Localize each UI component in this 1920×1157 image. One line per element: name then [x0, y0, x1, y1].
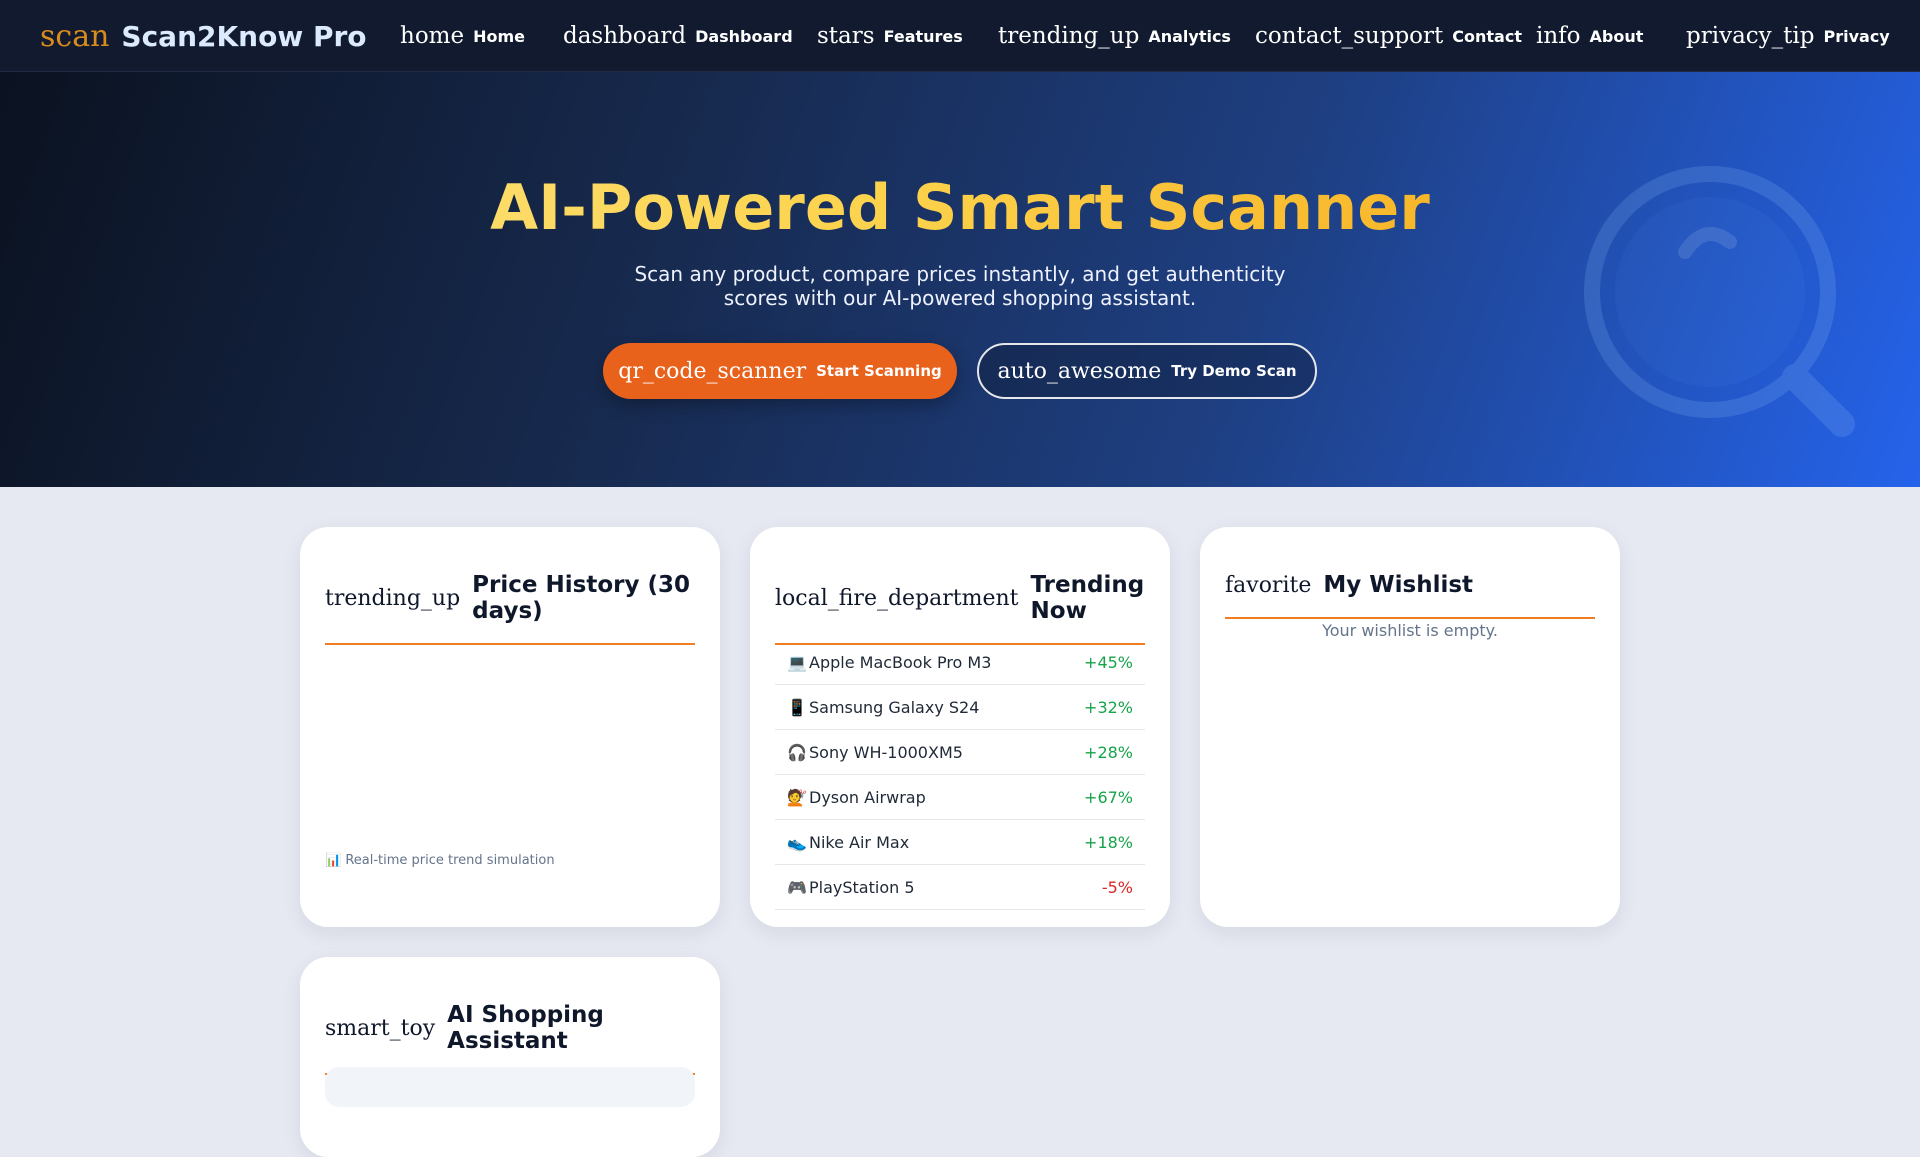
- price-history-card: trending_up Price History (30 days) 📊 Re…: [300, 527, 720, 927]
- button-label: Try Demo Scan: [1171, 362, 1297, 380]
- product-name: 🎮 PlayStation 5: [787, 878, 915, 897]
- product-name: 📱 Samsung Galaxy S24: [787, 698, 979, 717]
- trending-up-icon: trending_up: [998, 23, 1140, 49]
- top-navbar: scan Scan2Know Pro home Home dashboard D…: [0, 0, 1920, 72]
- trend-change: -5%: [1101, 877, 1133, 897]
- nav-label: Contact: [1452, 26, 1522, 46]
- privacy-tip-icon: privacy_tip: [1686, 23, 1815, 49]
- trend-change: +18%: [1084, 832, 1133, 852]
- phone-icon: 📱: [787, 697, 807, 717]
- product-name: 💇 Dyson Airwrap: [787, 788, 926, 807]
- nav-item-privacy[interactable]: privacy_tip Privacy: [1686, 20, 1890, 52]
- brand-logo[interactable]: scan Scan2Know Pro: [40, 16, 367, 56]
- list-item[interactable]: 💻 Apple MacBook Pro M3 +45%: [775, 640, 1145, 685]
- nav-label: Privacy: [1823, 26, 1890, 46]
- hero-section: AI-Powered Smart Scanner Scan any produc…: [0, 72, 1920, 487]
- smart-toy-icon: smart_toy: [325, 1015, 436, 1041]
- product-label: PlayStation 5: [809, 877, 915, 897]
- product-label: Apple MacBook Pro M3: [809, 652, 992, 672]
- trending-card: local_fire_department Trending Now 💻 Appl…: [750, 527, 1170, 927]
- nav-item-analytics[interactable]: trending_up Analytics: [998, 20, 1231, 52]
- hero-title: AI-Powered Smart Scanner: [0, 170, 1920, 246]
- list-item[interactable]: 👟 Nike Air Max +18%: [775, 820, 1145, 865]
- nav-item-dashboard[interactable]: dashboard Dashboard: [563, 20, 793, 52]
- list-item[interactable]: 📱 Samsung Galaxy S24 +32%: [775, 685, 1145, 730]
- list-item[interactable]: 🎮 PlayStation 5 -5%: [775, 865, 1145, 910]
- local-fire-department-icon: local_fire_department: [775, 585, 1019, 611]
- nav-item-about[interactable]: info About: [1536, 20, 1643, 52]
- assistant-chat-area[interactable]: [325, 1067, 695, 1107]
- trend-change: +28%: [1084, 742, 1133, 762]
- haircut-icon: 💇: [787, 787, 807, 807]
- try-demo-scan-button[interactable]: auto_awesome Try Demo Scan: [977, 343, 1317, 399]
- ai-assistant-card: smart_toy AI Shopping Assistant: [300, 957, 720, 1157]
- nav-label: Features: [883, 26, 963, 46]
- auto-awesome-icon: auto_awesome: [997, 358, 1162, 384]
- trending-list: 💻 Apple MacBook Pro M3 +45% 📱 Samsung Gala…: [775, 640, 1145, 910]
- scan-icon: scan: [40, 18, 110, 54]
- button-label: Start Scanning: [816, 362, 942, 380]
- nav-label: Home: [473, 26, 525, 46]
- home-icon: home: [400, 23, 465, 49]
- card-header: favorite My Wishlist: [1225, 553, 1595, 619]
- info-icon: info: [1536, 23, 1581, 49]
- contact-support-icon: contact_support: [1255, 23, 1444, 49]
- favorite-icon: favorite: [1225, 572, 1312, 598]
- wishlist-card: favorite My Wishlist Your wishlist is em…: [1200, 527, 1620, 927]
- brand-name: Scan2Know Pro: [121, 19, 367, 53]
- card-title: My Wishlist: [1323, 572, 1474, 598]
- product-label: Dyson Airwrap: [809, 787, 926, 807]
- nav-label: Analytics: [1148, 26, 1231, 46]
- card-header: local_fire_department Trending Now: [775, 553, 1145, 645]
- trend-change: +45%: [1084, 652, 1133, 672]
- card-header: smart_toy AI Shopping Assistant: [325, 983, 695, 1075]
- list-item[interactable]: 🎧 Sony WH-1000XM5 +28%: [775, 730, 1145, 775]
- trend-change: +32%: [1084, 697, 1133, 717]
- card-title: AI Shopping Assistant: [447, 1002, 604, 1054]
- dashboard-icon: dashboard: [563, 23, 687, 49]
- product-name: 🎧 Sony WH-1000XM5: [787, 743, 963, 762]
- nav-item-contact[interactable]: contact_support Contact: [1255, 20, 1522, 52]
- product-label: Nike Air Max: [809, 832, 910, 852]
- laptop-icon: 💻: [787, 652, 807, 672]
- stars-icon: stars: [817, 23, 875, 49]
- qr-code-scanner-icon: qr_code_scanner: [618, 358, 807, 384]
- card-title: Trending Now: [1030, 572, 1145, 624]
- start-scanning-button[interactable]: qr_code_scanner Start Scanning: [603, 343, 957, 399]
- price-trend-note: 📊 Real-time price trend simulation: [325, 853, 555, 868]
- sneaker-icon: 👟: [787, 832, 807, 852]
- nav-label: About: [1589, 26, 1644, 46]
- product-label: Samsung Galaxy S24: [809, 697, 980, 717]
- card-header: trending_up Price History (30 days): [325, 553, 695, 645]
- hero-subtitle: Scan any product, compare prices instant…: [634, 262, 1286, 310]
- product-label: Sony WH-1000XM5: [809, 742, 963, 762]
- card-title: Price History (30 days): [472, 572, 690, 624]
- nav-item-features[interactable]: stars Features: [817, 20, 963, 52]
- nav-label: Dashboard: [695, 26, 793, 46]
- product-name: 👟 Nike Air Max: [787, 833, 909, 852]
- list-item[interactable]: 💇 Dyson Airwrap +67%: [775, 775, 1145, 820]
- trend-change: +67%: [1084, 787, 1133, 807]
- trending-up-icon: trending_up: [325, 585, 461, 611]
- product-name: 💻 Apple MacBook Pro M3: [787, 653, 991, 672]
- headphones-icon: 🎧: [787, 742, 807, 762]
- wishlist-empty-message: Your wishlist is empty.: [1322, 621, 1498, 640]
- game-controller-icon: 🎮: [787, 877, 807, 897]
- nav-item-home[interactable]: home Home: [400, 20, 525, 52]
